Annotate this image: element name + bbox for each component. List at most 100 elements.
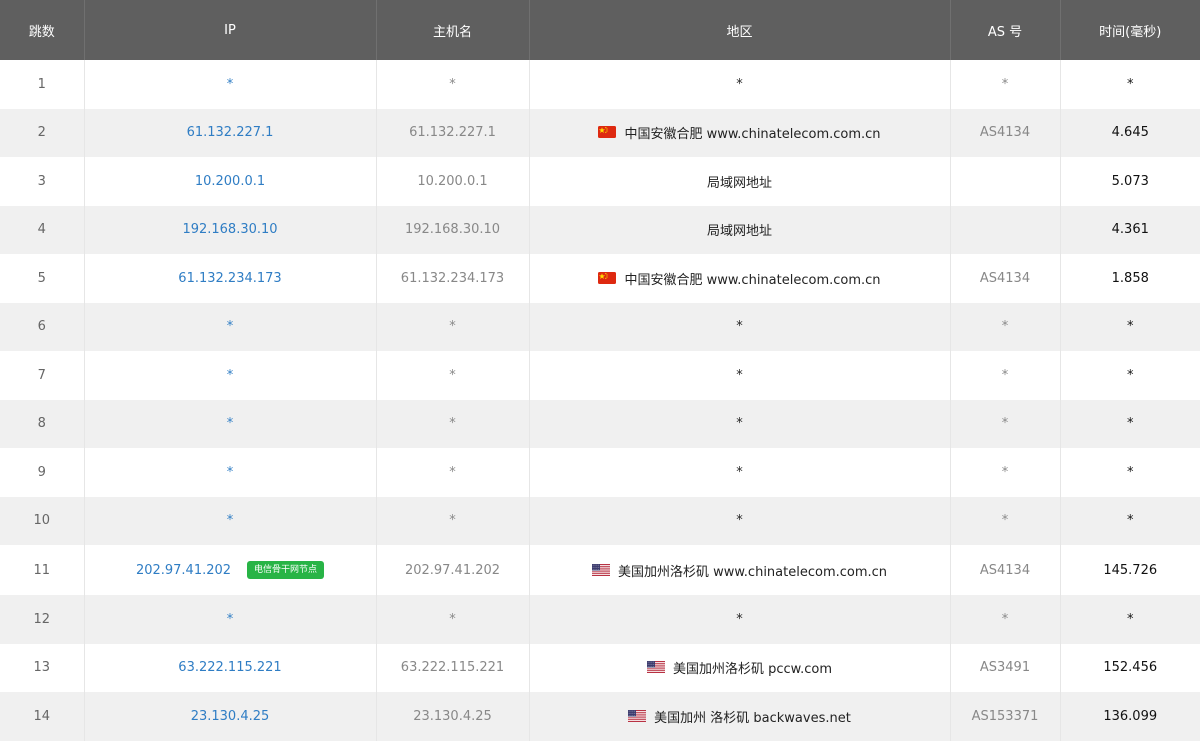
hostname-cell: * [375, 399, 529, 448]
hostname-cell: 202.97.41.202 [375, 545, 529, 595]
region-text: * [736, 319, 743, 335]
ip-link: * [226, 367, 234, 383]
hostname-cell: * [375, 60, 529, 109]
table-row: 7 * * * * * [0, 351, 1200, 400]
table-row: 11 202.97.41.202 电信骨干网节点 202.97.41.202 美国加州洛… [0, 545, 1200, 595]
hop-number: 8 [37, 416, 46, 432]
header-hostname: 主机名 [375, 0, 529, 60]
ip-wrapper: 61.132.234.173 [178, 271, 281, 286]
usa-flag-icon [628, 709, 647, 726]
as-number-cell: * [949, 496, 1060, 545]
table-row: 12 * * * * * [0, 595, 1200, 644]
region-text: * [736, 367, 743, 383]
time-ms-cell: * [1059, 448, 1200, 497]
table-row: 8 * * * * * [0, 399, 1200, 448]
ip-cell: 192.168.30.10 [83, 205, 376, 254]
ip-cell: 61.132.234.173 [83, 254, 376, 303]
header-time-ms: 时间(毫秒) [1059, 0, 1200, 60]
table-row: 6 * * * * * [0, 302, 1200, 351]
region-text: 美国加州洛杉矶 pccw.com [672, 662, 832, 678]
ip-cell: * [83, 351, 376, 400]
ip-link[interactable]: 63.222.115.221 [178, 660, 281, 675]
as-number-cell: AS4134 [949, 254, 1060, 303]
region-cell: * [528, 302, 950, 351]
ip-link[interactable]: 61.132.234.173 [178, 271, 281, 286]
ip-link: * [226, 76, 234, 92]
ip-cell: * [83, 399, 376, 448]
china-flag-icon [598, 271, 617, 288]
ip-wrapper: 23.130.4.25 [191, 709, 270, 724]
ip-cell: 63.222.115.221 [83, 643, 376, 692]
region-cell: * [528, 496, 950, 545]
table-row: 2 61.132.227.1 61.132.227.1 中国安徽合肥 www.chin… [0, 108, 1200, 157]
header-hop: 跳数 [28, 24, 55, 40]
region-cell: * [528, 595, 950, 644]
ip-wrapper: * [227, 612, 234, 627]
hop-number: 5 [37, 270, 46, 286]
ip-cell: 61.132.227.1 [83, 108, 376, 157]
region-cell: 局域网地址 [528, 205, 950, 254]
ip-link[interactable]: 23.130.4.25 [191, 709, 270, 724]
table-row: 1 * * * * * [0, 60, 1200, 109]
time-ms-cell: * [1059, 351, 1200, 400]
ip-wrapper: * [227, 319, 234, 334]
ip-wrapper: 61.132.227.1 [187, 125, 274, 140]
region-cell: 美国加州 洛杉矶 backwaves.net [528, 692, 950, 741]
hop-number: 6 [37, 319, 46, 335]
ip-wrapper: * [227, 513, 234, 528]
ip-wrapper: 10.200.0.1 [195, 174, 265, 189]
hostname-cell: * [375, 448, 529, 497]
hostname-cell: 61.132.234.173 [375, 254, 529, 303]
hostname-cell: 63.222.115.221 [375, 643, 529, 692]
hop-number: 3 [37, 173, 46, 189]
hop-number: 13 [33, 660, 51, 676]
china-flag-icon [598, 126, 617, 142]
table-row: 13 63.222.115.221 63.222.115.221 美国加州洛杉矶 pc… [0, 643, 1200, 692]
hostname-cell: * [375, 496, 529, 545]
as-number-cell: AS3491 [949, 643, 1060, 692]
hostname-cell: 10.200.0.1 [375, 157, 529, 206]
region-cell: 美国加州洛杉矶 www.chinatelecom.com.cn [528, 545, 950, 595]
usa-flag-icon [591, 563, 610, 580]
as-number-cell: * [949, 448, 1060, 497]
as-number-cell [949, 205, 1060, 254]
ip-link[interactable]: 10.200.0.1 [195, 174, 265, 189]
ip-link[interactable]: 192.168.30.10 [182, 222, 277, 237]
ip-wrapper: 202.97.41.202 电信骨干网节点 [136, 561, 325, 579]
hostname-cell: * [375, 595, 529, 644]
time-ms-cell: * [1059, 595, 1200, 644]
backbone-node-badge: 电信骨干网节点 [247, 561, 325, 579]
traceroute-table: 跳数 IP 主机名 地区 AS 号 时间(毫秒) 1 * * * * * 2 61.132.2… [0, 0, 1200, 741]
time-ms-cell: 1.858 [1059, 254, 1200, 303]
time-ms-cell: 4.361 [1059, 205, 1200, 254]
ip-link: * [226, 416, 234, 432]
hostname-cell: * [375, 351, 529, 400]
usa-flag-icon [646, 661, 665, 677]
ip-link[interactable]: 202.97.41.202 [136, 563, 231, 578]
ip-link: * [226, 464, 234, 480]
as-number-cell: AS4134 [949, 108, 1060, 157]
region-cell: 美国加州洛杉矶 pccw.com [528, 643, 950, 692]
hop-number: 12 [33, 611, 51, 627]
region-cell: 局域网地址 [528, 157, 950, 206]
time-ms-cell: * [1059, 60, 1200, 109]
ip-link[interactable]: 61.132.227.1 [187, 125, 274, 140]
hostname-cell: * [375, 302, 529, 351]
as-number-cell: AS153371 [949, 692, 1060, 741]
hop-number: 11 [33, 562, 51, 578]
time-ms-cell: * [1059, 302, 1200, 351]
time-ms-cell: * [1059, 399, 1200, 448]
ip-cell: * [83, 448, 376, 497]
time-ms-cell: 136.099 [1059, 692, 1200, 741]
ip-wrapper: * [227, 465, 234, 480]
ip-cell: * [83, 302, 376, 351]
table-row: 5 61.132.234.173 61.132.234.173 中国安徽合肥 www.… [0, 254, 1200, 303]
table-row: 3 10.200.0.1 10.200.0.1 局域网地址 5.073 [0, 157, 1200, 206]
as-number-cell [949, 157, 1060, 206]
region-text: 局域网地址 [706, 175, 772, 191]
ip-cell: * [83, 60, 376, 109]
header-ip: IP [83, 0, 376, 60]
ip-cell: * [83, 595, 376, 644]
ip-cell: * [83, 496, 376, 545]
region-cell: * [528, 448, 950, 497]
